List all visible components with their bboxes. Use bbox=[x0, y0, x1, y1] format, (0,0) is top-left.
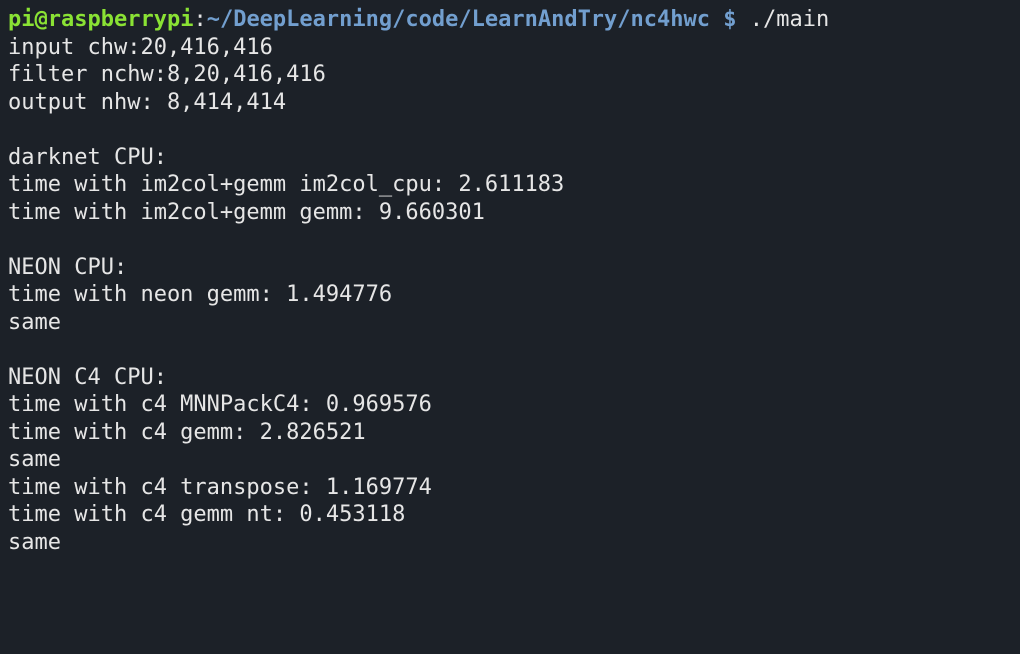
prompt-host: raspberrypi bbox=[48, 7, 194, 32]
terminal-window[interactable]: pi@raspberrypi:~/DeepLearning/code/Learn… bbox=[8, 6, 1012, 556]
output-line: same bbox=[8, 447, 61, 472]
output-line: filter nchw:8,20,416,416 bbox=[8, 62, 326, 87]
output-line: time with c4 gemm nt: 0.453118 bbox=[8, 502, 405, 527]
output-line: NEON CPU: bbox=[8, 255, 127, 280]
output-line: output nhw: 8,414,414 bbox=[8, 90, 286, 115]
prompt-user: pi bbox=[8, 7, 35, 32]
output-line: NEON C4 CPU: bbox=[8, 365, 167, 390]
output-line: same bbox=[8, 310, 61, 335]
prompt-at: @ bbox=[35, 7, 48, 32]
output-line: same bbox=[8, 530, 61, 555]
prompt-dollar: $ bbox=[710, 7, 750, 32]
output-line: time with c4 transpose: 1.169774 bbox=[8, 475, 432, 500]
output-line: time with c4 MNNPackC4: 0.969576 bbox=[8, 392, 432, 417]
output-line: darknet CPU: bbox=[8, 145, 167, 170]
command-input: ./main bbox=[750, 7, 829, 32]
output-line: time with im2col+gemm im2col_cpu: 2.6111… bbox=[8, 172, 564, 197]
prompt-path: ~/DeepLearning/code/LearnAndTry/nc4hwc bbox=[207, 7, 710, 32]
output-line: time with im2col+gemm gemm: 9.660301 bbox=[8, 200, 485, 225]
output-line: time with neon gemm: 1.494776 bbox=[8, 282, 392, 307]
output-line: input chw:20,416,416 bbox=[8, 35, 273, 60]
output-line: time with c4 gemm: 2.826521 bbox=[8, 420, 366, 445]
prompt-colon: : bbox=[193, 7, 206, 32]
